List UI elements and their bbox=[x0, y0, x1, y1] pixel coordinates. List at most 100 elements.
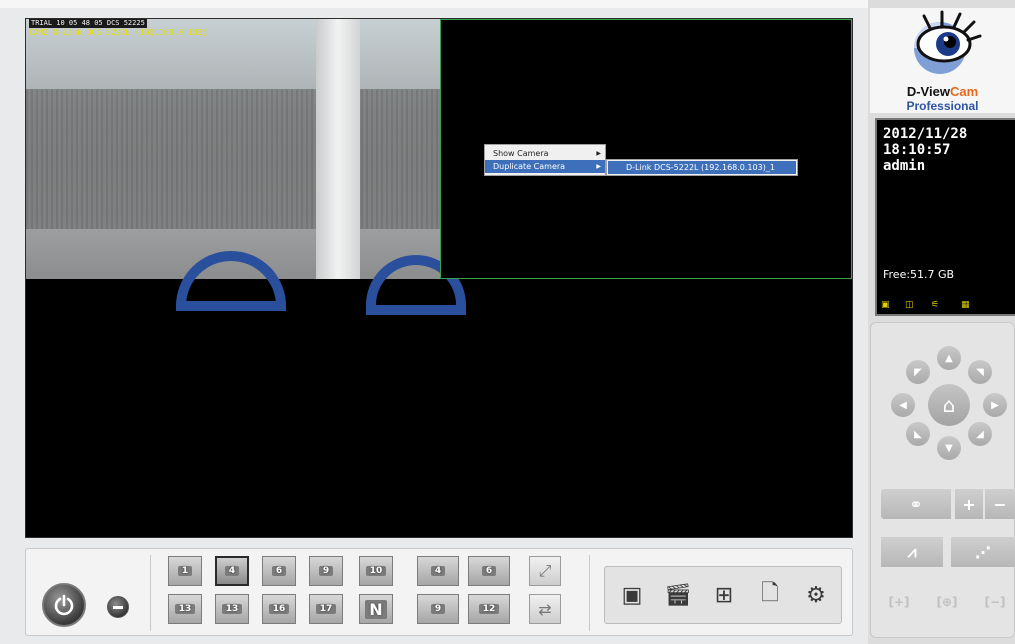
zoom-area-in-button[interactable]: [+] bbox=[881, 587, 917, 617]
preset-point-button[interactable]: ⋰ bbox=[951, 537, 1015, 567]
ptz-left-button[interactable]: ◀ bbox=[891, 393, 915, 417]
layout-9-wide-button[interactable]: 9 bbox=[417, 594, 459, 624]
arrow-up-icon: ▲ bbox=[945, 352, 953, 364]
layout-1-button[interactable]: 1 bbox=[168, 556, 202, 586]
layout-label: 6 bbox=[271, 566, 287, 576]
function-toolbar: ▣ 🎬︎ ⊞ 🗋 ⚙ bbox=[604, 566, 842, 624]
layout-13-button[interactable]: 13 bbox=[168, 594, 202, 624]
layout-n-button[interactable]: N bbox=[359, 594, 393, 624]
settings-button[interactable]: ⚙ bbox=[795, 573, 837, 617]
layout-label: 17 bbox=[315, 604, 337, 614]
swap-button[interactable]: ⇄ bbox=[529, 594, 561, 624]
layout-6-wide-button[interactable]: 6 bbox=[468, 556, 510, 586]
menu-item-label: Duplicate Camera bbox=[493, 162, 566, 171]
context-menu: Show Camera ▶ Duplicate Camera ▶ bbox=[484, 144, 606, 176]
zoom-in-button[interactable]: + bbox=[955, 489, 983, 519]
minus-icon: − bbox=[993, 494, 1007, 514]
home-icon: ⌂ bbox=[942, 393, 956, 417]
camera-view-3[interactable] bbox=[26, 279, 440, 537]
zoom-area-out-button[interactable]: [−] bbox=[977, 587, 1013, 617]
layout-label: 9 bbox=[430, 604, 446, 614]
menu-item-label: Show Camera bbox=[493, 149, 549, 158]
menu-item-show-camera[interactable]: Show Camera ▶ bbox=[485, 147, 605, 160]
fullscreen-icon: ⤢ bbox=[538, 561, 552, 580]
logo-name-part1: D-View bbox=[906, 84, 950, 99]
schedule-button[interactable]: ⊞ bbox=[703, 573, 745, 617]
minimize-icon bbox=[113, 605, 123, 609]
plus-icon: + bbox=[962, 494, 976, 514]
divider bbox=[589, 555, 590, 631]
record-button[interactable]: 🎬︎ bbox=[657, 573, 699, 617]
zoom-in-frame-icon: [+] bbox=[888, 595, 910, 609]
layout-4-wide-button[interactable]: 4 bbox=[417, 556, 459, 586]
center-focus-button[interactable]: [⊕] bbox=[929, 587, 965, 617]
binoculars-icon: ⚭ bbox=[909, 494, 923, 514]
layout-label: 1 bbox=[177, 566, 193, 576]
layout-label: 13 bbox=[221, 604, 243, 614]
layout-label: 16 bbox=[268, 604, 290, 614]
gear-icon: ⚙ bbox=[806, 582, 826, 608]
ptz-right-button[interactable]: ▶ bbox=[983, 393, 1007, 417]
clapper-icon: 🎬︎ bbox=[664, 582, 692, 608]
layout-10-button[interactable]: 10 bbox=[359, 556, 393, 586]
ptz-up-button[interactable]: ▲ bbox=[937, 346, 961, 370]
arrow-up-left-icon: ◤ bbox=[914, 366, 922, 378]
layout-13b-button[interactable]: 13 bbox=[215, 594, 249, 624]
layout-label: 13 bbox=[174, 604, 196, 614]
playback-button[interactable]: ▣ bbox=[611, 573, 653, 617]
layout-label: 9 bbox=[318, 566, 334, 576]
ptz-down-right-button[interactable]: ◢ bbox=[968, 422, 992, 446]
cam1-osd-trial: TRIAL 10 05 48 05 DCS 52225 bbox=[29, 19, 147, 28]
zoom-out-button[interactable]: − bbox=[985, 489, 1015, 519]
free-space-readout: Free:51.7 GB bbox=[883, 268, 955, 281]
status-display: 2012/11/28 18:10:57 admin Free:51.7 GB ▣… bbox=[875, 118, 1015, 316]
focus-frame-icon: [⊕] bbox=[936, 595, 958, 609]
ptz-down-left-button[interactable]: ◣ bbox=[906, 422, 930, 446]
ptz-home-button[interactable]: ⌂ bbox=[928, 384, 970, 426]
video-grid[interactable]: TRIAL 10 05 48 05 DCS 52225 CAM2 D-Link … bbox=[25, 18, 853, 538]
ptz-up-right-button[interactable]: ◥ bbox=[968, 360, 992, 384]
power-button[interactable] bbox=[42, 583, 86, 627]
ptz-up-left-button[interactable]: ◤ bbox=[906, 360, 930, 384]
divider bbox=[150, 555, 151, 631]
bottom-toolbar: 1 4 6 9 10 4 6 ⤢ 13 13 16 17 N 9 12 ⇄ ▣ … bbox=[25, 548, 853, 636]
binoculars-button[interactable]: ⚭ bbox=[881, 489, 951, 519]
time-readout: 18:10:57 bbox=[883, 142, 951, 158]
layout-label: 4 bbox=[224, 566, 240, 576]
logo-name-part2: Cam bbox=[949, 84, 979, 99]
logo-name: D-ViewCam bbox=[870, 84, 1015, 99]
arrow-up-right-icon: ◥ bbox=[976, 366, 984, 378]
fullscreen-button[interactable]: ⤢ bbox=[529, 556, 561, 586]
camera-view-4[interactable] bbox=[440, 279, 852, 537]
monitor-status-icon: ▣ bbox=[881, 300, 890, 310]
submenu-arrow-icon: ▶ bbox=[596, 150, 601, 157]
submenu-item-camera[interactable]: D-Link DCS-5222L (192.168.0.103)_1 bbox=[608, 161, 796, 174]
record-status-icon: ◫ bbox=[905, 300, 914, 310]
arrow-left-icon: ◀ bbox=[899, 399, 907, 411]
camera-view-1[interactable]: TRIAL 10 05 48 05 DCS 52225 CAM2 D-Link … bbox=[26, 19, 466, 315]
layout-17-button[interactable]: 17 bbox=[309, 594, 343, 624]
schedule-icon: ⊞ bbox=[714, 582, 734, 608]
layout-6-button[interactable]: 6 bbox=[262, 556, 296, 586]
layout-9-button[interactable]: 9 bbox=[309, 556, 343, 586]
eye-logo-icon bbox=[914, 10, 982, 74]
path-icon: ⩘ bbox=[907, 542, 917, 561]
preset-path-button[interactable]: ⩘ bbox=[881, 537, 943, 567]
logo-edition: Professional bbox=[906, 99, 979, 113]
document-icon: 🗋 bbox=[761, 581, 779, 606]
layout-4-button[interactable]: 4 bbox=[215, 556, 249, 586]
log-button[interactable]: 🗋 bbox=[749, 573, 791, 617]
submenu-item-label: D-Link DCS-5222L (192.168.0.103)_1 bbox=[626, 163, 775, 172]
ptz-down-button[interactable]: ▼ bbox=[937, 436, 961, 460]
arrow-down-icon: ▼ bbox=[945, 442, 953, 454]
menu-item-duplicate-camera[interactable]: Duplicate Camera ▶ bbox=[485, 160, 605, 173]
layout-16-button[interactable]: 16 bbox=[262, 594, 296, 624]
layout-label: N bbox=[365, 599, 387, 619]
cam1-osd-label: CAM2 D-Link DCS-5222L (192.168.0.103) bbox=[29, 28, 208, 37]
minimize-button[interactable] bbox=[107, 596, 129, 618]
layout-12-wide-button[interactable]: 12 bbox=[468, 594, 510, 624]
point-icon: ⋰ bbox=[975, 542, 991, 562]
power-icon bbox=[54, 594, 74, 616]
date-readout: 2012/11/28 bbox=[883, 126, 968, 142]
app-logo: D-ViewCam Professional bbox=[870, 8, 1015, 113]
